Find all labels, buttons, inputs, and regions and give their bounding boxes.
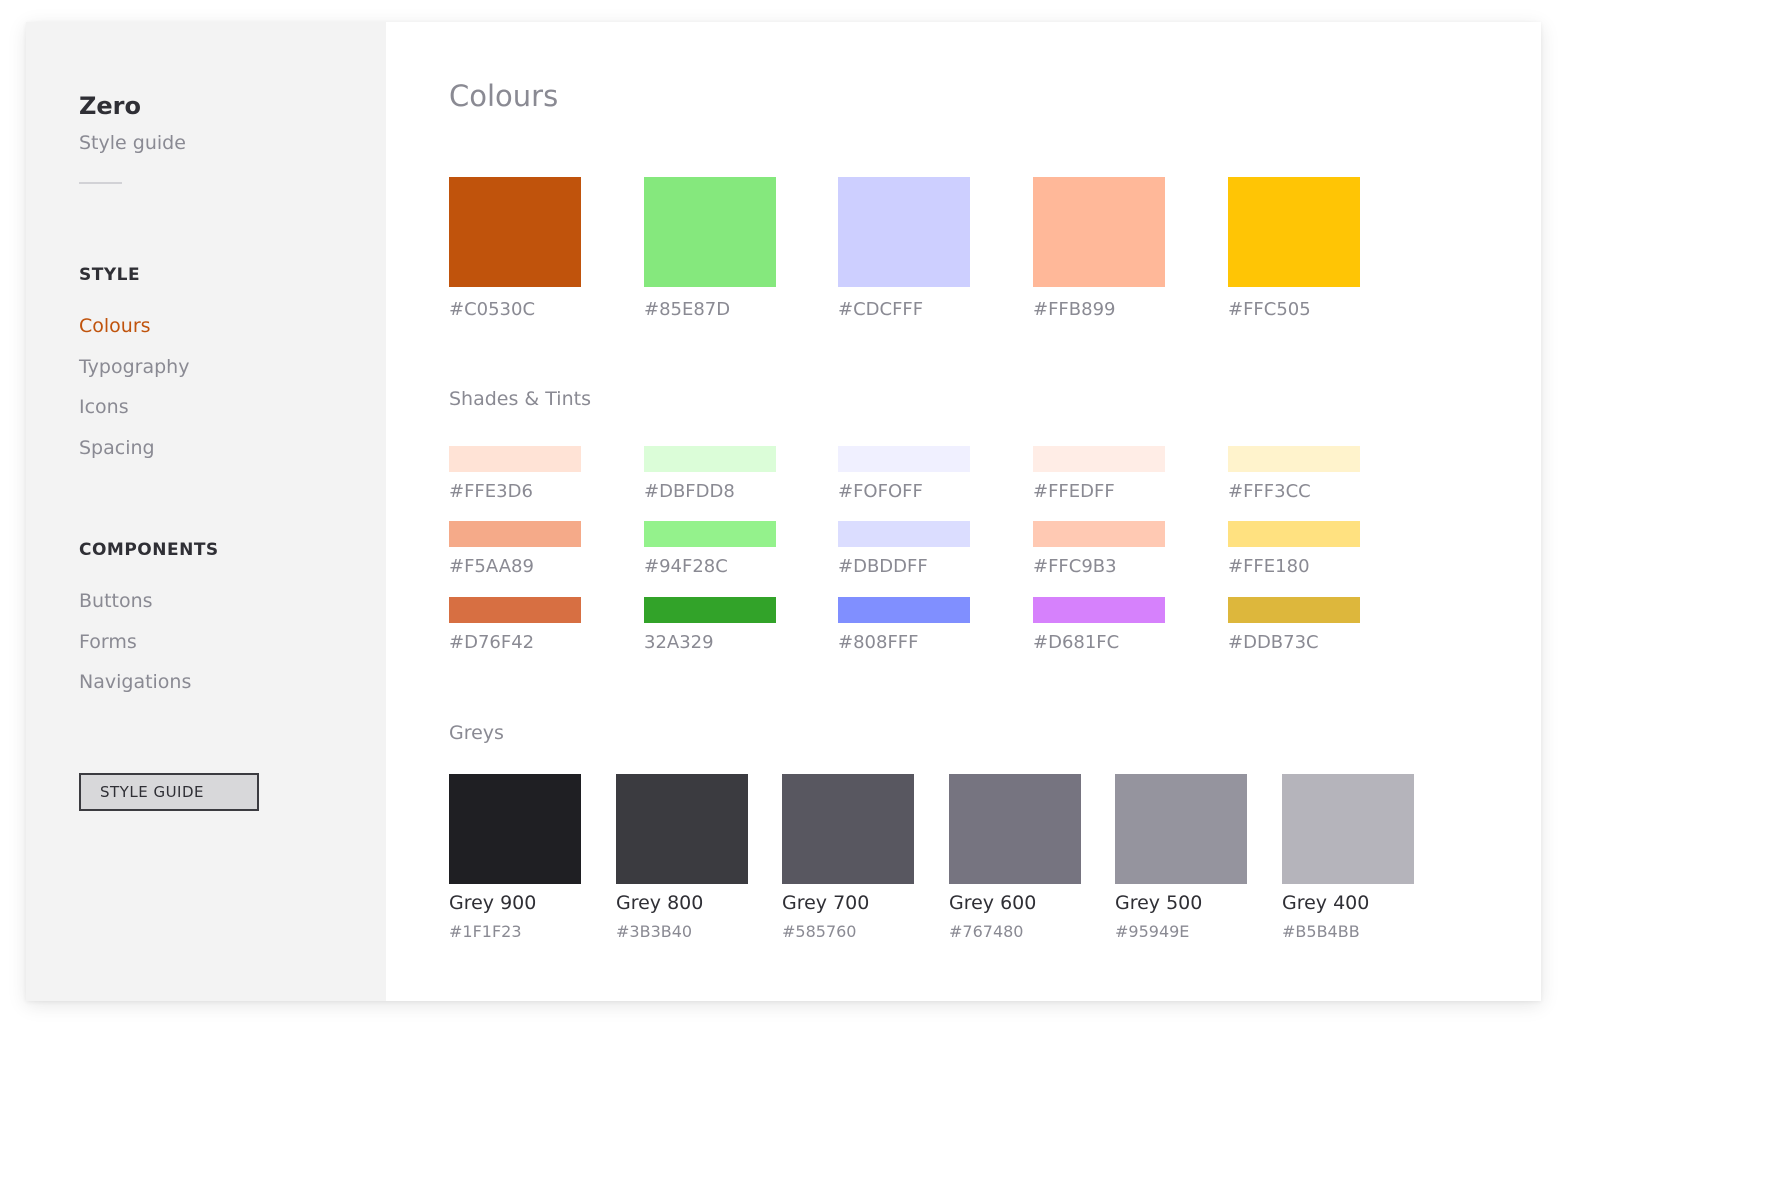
style-guide-button[interactable]: STYLE GUIDE	[79, 773, 259, 811]
grey-swatch	[782, 774, 914, 884]
tint-hex-label: #FFE180	[1228, 556, 1310, 577]
nav-item-buttons[interactable]: Buttons	[79, 590, 153, 612]
page-title: Colours	[449, 79, 559, 113]
grey-hex-label: #B5B4BB	[1282, 922, 1360, 941]
grey-name-label: Grey 500	[1115, 892, 1203, 914]
shade-hex-label: 32A329	[644, 632, 714, 653]
nav-item-icons[interactable]: Icons	[79, 396, 129, 418]
nav-item-typography[interactable]: Typography	[79, 356, 189, 378]
tint-swatch	[1228, 521, 1360, 547]
nav-item-forms[interactable]: Forms	[79, 631, 137, 653]
brand-title: Zero	[79, 92, 142, 120]
grey-hex-label: #585760	[782, 922, 857, 941]
shade-hex-label: #808FFF	[838, 632, 919, 653]
shades-tints-heading: Shades & Tints	[449, 388, 591, 410]
primary-hex-label: #C0530C	[449, 299, 536, 320]
grey-swatch	[449, 774, 581, 884]
tint-hex-label: #94F28C	[644, 556, 728, 577]
brand-subtitle: Style guide	[79, 132, 186, 154]
grey-swatch	[949, 774, 1081, 884]
primary-hex-label: #FFC505	[1228, 299, 1311, 320]
grey-name-label: Grey 700	[782, 892, 870, 914]
grey-swatch	[1115, 774, 1247, 884]
greys-heading: Greys	[449, 722, 504, 744]
grey-swatch	[1282, 774, 1414, 884]
tint-hex-label: #FFC9B3	[1033, 556, 1117, 577]
nav-item-colours[interactable]: Colours	[79, 315, 151, 337]
grey-name-label: Grey 800	[616, 892, 704, 914]
grey-hex-label: #3B3B40	[616, 922, 693, 941]
tint-hex-label: #FFE3D6	[449, 481, 533, 502]
tint-swatch	[1033, 521, 1165, 547]
primary-swatch	[1228, 177, 1360, 287]
brand-divider	[79, 182, 122, 184]
tint-hex-label: #DBFDD8	[644, 481, 735, 502]
tint-swatch	[449, 446, 581, 472]
primary-hex-label: #CDCFFF	[838, 299, 924, 320]
tint-swatch	[838, 446, 970, 472]
grey-name-label: Grey 400	[1282, 892, 1370, 914]
shade-hex-label: #DDB73C	[1228, 632, 1319, 653]
shade-swatch	[1033, 597, 1165, 623]
shade-swatch	[838, 597, 970, 623]
tint-hex-label: #F5AA89	[449, 556, 534, 577]
shade-swatch	[449, 597, 581, 623]
primary-swatch	[644, 177, 776, 287]
nav-item-spacing[interactable]: Spacing	[79, 437, 155, 459]
grey-hex-label: #1F1F23	[449, 922, 522, 941]
tint-swatch	[1033, 446, 1165, 472]
grey-hex-label: #767480	[949, 922, 1024, 941]
shade-swatch	[644, 597, 776, 623]
shade-hex-label: #D76F42	[449, 632, 535, 653]
tint-swatch	[644, 446, 776, 472]
grey-swatch	[616, 774, 748, 884]
primary-swatch	[449, 177, 581, 287]
nav-heading-style: STYLE	[79, 265, 141, 285]
nav-item-navigations[interactable]: Navigations	[79, 671, 191, 693]
grey-name-label: Grey 600	[949, 892, 1037, 914]
sidebar: Zero Style guide STYLE Colours Typograph…	[26, 22, 386, 1001]
grey-hex-label: #95949E	[1115, 922, 1190, 941]
tint-hex-label: #FOFOFF	[838, 481, 923, 502]
tint-hex-label: #DBDDFF	[838, 556, 928, 577]
tint-swatch	[838, 521, 970, 547]
primary-swatch	[838, 177, 970, 287]
tint-hex-label: #FFEDFF	[1033, 481, 1115, 502]
shade-hex-label: #D681FC	[1033, 632, 1120, 653]
tint-hex-label: #FFF3CC	[1228, 481, 1311, 502]
shade-swatch	[1228, 597, 1360, 623]
primary-hex-label: #FFB899	[1033, 299, 1116, 320]
primary-swatch	[1033, 177, 1165, 287]
grey-name-label: Grey 900	[449, 892, 537, 914]
tint-swatch	[644, 521, 776, 547]
tint-swatch	[449, 521, 581, 547]
style-guide-window: Zero Style guide STYLE Colours Typograph…	[26, 22, 1541, 1001]
nav-heading-components: COMPONENTS	[79, 540, 219, 560]
primary-hex-label: #85E87D	[644, 299, 731, 320]
tint-swatch	[1228, 446, 1360, 472]
